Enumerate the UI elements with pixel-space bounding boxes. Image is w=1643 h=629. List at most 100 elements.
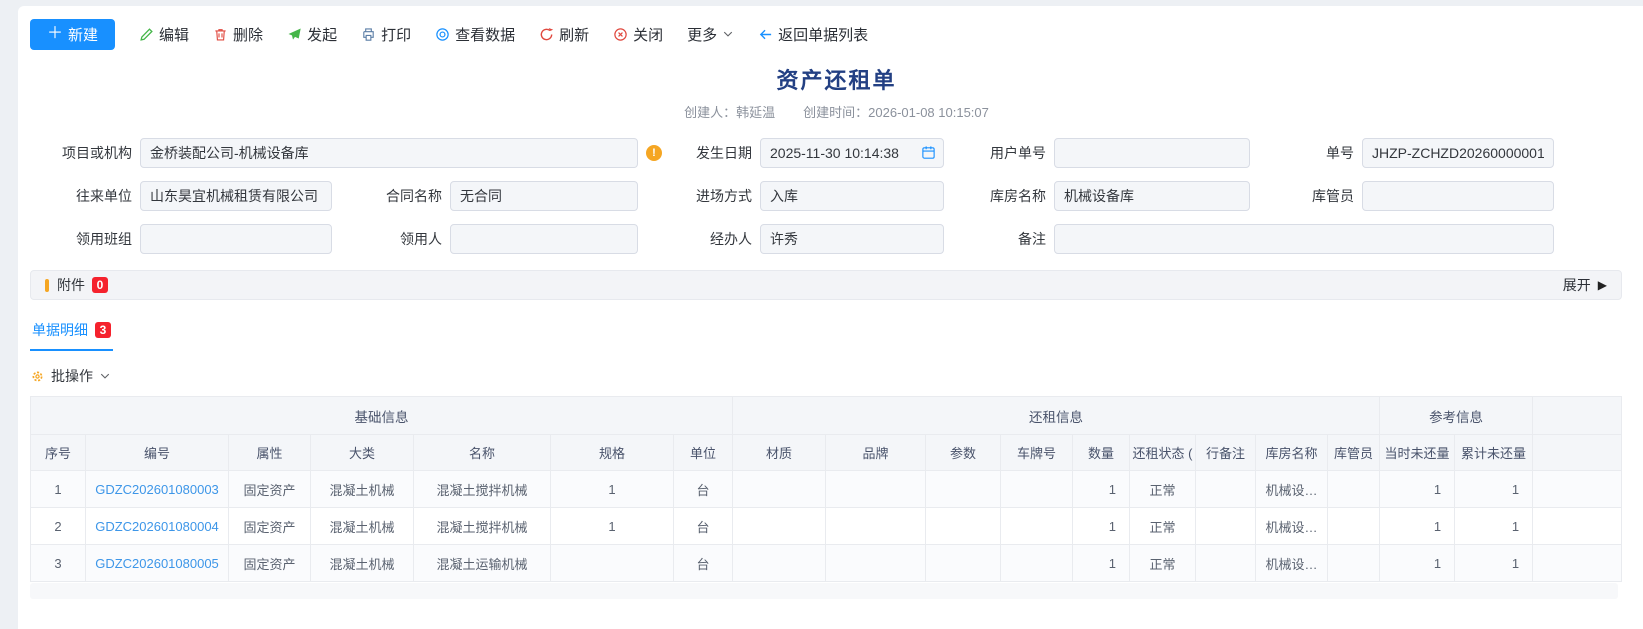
cell-row-remark xyxy=(1196,508,1256,545)
cell-warehouse: 机械设… xyxy=(1256,471,1328,508)
attachment-bar: 附件 0 展开 ▶ xyxy=(30,270,1622,300)
attachment-count-badge: 0 xyxy=(92,277,108,293)
col-header-code: 编号 xyxy=(86,435,229,471)
col-header-param: 参数 xyxy=(926,435,1001,471)
close-button[interactable]: 关闭 xyxy=(613,24,663,45)
column-header-row: 序号编号属性大类名称规格单位材质品牌参数车牌号数量还租状态 (行备注库房名称库管… xyxy=(31,435,1622,471)
attachment-marker-icon xyxy=(45,279,49,292)
contract-name-input[interactable] xyxy=(450,181,638,211)
col-header-return-status: 还租状态 ( xyxy=(1130,435,1196,471)
cell-code[interactable]: GDZC202601080005 xyxy=(86,545,229,582)
cell-spec: 1 xyxy=(551,508,674,545)
cell-row-remark xyxy=(1196,545,1256,582)
cell-current-unreturned: 1 xyxy=(1380,471,1455,508)
cell-code[interactable]: GDZC202601080004 xyxy=(86,508,229,545)
page-title: 资产还租单 xyxy=(30,63,1643,95)
created-time-value: 2026-01-08 10:15:07 xyxy=(868,105,989,120)
cell-brand xyxy=(826,471,926,508)
handler-input[interactable] xyxy=(760,224,944,254)
counterparty-field xyxy=(140,181,332,211)
order-no-field xyxy=(1362,138,1554,168)
close-button-label: 关闭 xyxy=(633,24,663,45)
counterparty-input[interactable] xyxy=(140,181,332,211)
col-header-brand: 品牌 xyxy=(826,435,926,471)
col-header-empty xyxy=(1533,435,1622,471)
cell-empty xyxy=(1533,471,1622,508)
cell-total-unreturned: 1 xyxy=(1455,471,1533,508)
warehouse-name-input[interactable] xyxy=(1054,181,1250,211)
cell-material xyxy=(733,545,826,582)
cell-keeper xyxy=(1328,471,1380,508)
more-button[interactable]: 更多 xyxy=(687,24,734,45)
requisition-person-field xyxy=(450,224,638,254)
occur-date-input[interactable] xyxy=(760,138,944,168)
asset-code-link[interactable]: GDZC202601080004 xyxy=(95,519,219,534)
group-header-row: 基础信息还租信息参考信息 xyxy=(31,397,1622,435)
cell-category: 混凝土机械 xyxy=(311,545,414,582)
send-plane-icon xyxy=(287,27,302,42)
cell-unit: 台 xyxy=(674,545,733,582)
attachment-label: 附件 xyxy=(57,275,85,295)
cell-plate xyxy=(1001,545,1073,582)
view-data-button-label: 查看数据 xyxy=(455,24,515,45)
warning-icon: ! xyxy=(646,145,662,161)
print-button[interactable]: 打印 xyxy=(361,24,411,45)
cell-keeper xyxy=(1328,545,1380,582)
expand-toggle[interactable]: 展开 ▶ xyxy=(1563,275,1607,295)
plus-icon: ＋ xyxy=(47,26,63,42)
initiate-button[interactable]: 发起 xyxy=(287,24,337,45)
form-row-3: 领用班组 领用人 经办人 备注 xyxy=(30,224,1643,254)
cell-code[interactable]: GDZC202601080003 xyxy=(86,471,229,508)
close-circle-icon xyxy=(613,27,628,42)
col-header-plate: 车牌号 xyxy=(1001,435,1073,471)
entry-mode-input[interactable] xyxy=(760,181,944,211)
requisition-team-input[interactable] xyxy=(140,224,332,254)
group-header-empty xyxy=(1533,397,1622,435)
col-header-qty: 数量 xyxy=(1073,435,1130,471)
cell-empty xyxy=(1533,508,1622,545)
delete-button-label: 删除 xyxy=(233,24,263,45)
delete-button[interactable]: 删除 xyxy=(213,24,263,45)
cell-attr: 固定资产 xyxy=(229,471,311,508)
new-button[interactable]: ＋ 新建 xyxy=(30,19,115,50)
tab-detail[interactable]: 单据明细 3 xyxy=(30,320,113,351)
asset-code-link[interactable]: GDZC202601080003 xyxy=(95,482,219,497)
refresh-icon xyxy=(539,27,554,42)
back-to-list-button[interactable]: 返回单据列表 xyxy=(758,24,868,45)
calendar-icon[interactable] xyxy=(921,145,936,160)
cell-warehouse: 机械设… xyxy=(1256,545,1328,582)
cell-name: 混凝土搅拌机械 xyxy=(414,471,551,508)
edit-pencil-icon xyxy=(139,27,154,42)
group-header-2: 参考信息 xyxy=(1380,397,1533,435)
batch-operations-label: 批操作 xyxy=(51,366,93,386)
cell-total-unreturned: 1 xyxy=(1455,545,1533,582)
cell-return-status: 正常 xyxy=(1130,545,1196,582)
project-input[interactable] xyxy=(140,138,638,168)
new-button-label: 新建 xyxy=(68,24,98,45)
back-to-list-label: 返回单据列表 xyxy=(778,24,868,45)
remark-input[interactable] xyxy=(1054,224,1554,254)
view-data-button[interactable]: 查看数据 xyxy=(435,24,515,45)
edit-button[interactable]: 编辑 xyxy=(139,24,189,45)
counterparty-label: 往来单位 xyxy=(30,186,140,206)
refresh-button[interactable]: 刷新 xyxy=(539,24,589,45)
order-no-input[interactable] xyxy=(1362,138,1554,168)
col-header-unit: 单位 xyxy=(674,435,733,471)
entry-mode-field xyxy=(760,181,944,211)
document-page: ＋ 新建 编辑 删除 发起 打印 查看数据 刷新 关闭 xyxy=(18,6,1643,629)
requisition-person-input[interactable] xyxy=(450,224,638,254)
cell-row-remark xyxy=(1196,471,1256,508)
cell-current-unreturned: 1 xyxy=(1380,508,1455,545)
expand-triangle-icon: ▶ xyxy=(1598,278,1607,292)
cell-unit: 台 xyxy=(674,508,733,545)
user-order-no-input[interactable] xyxy=(1054,138,1250,168)
cell-keeper xyxy=(1328,508,1380,545)
warehouse-keeper-input[interactable] xyxy=(1362,181,1554,211)
asset-code-link[interactable]: GDZC202601080005 xyxy=(95,556,219,571)
cell-param xyxy=(926,471,1001,508)
occur-date-field xyxy=(760,138,944,168)
cell-seq: 3 xyxy=(31,545,86,582)
cell-name: 混凝土运输机械 xyxy=(414,545,551,582)
batch-operations-button[interactable]: 批操作 xyxy=(30,366,111,386)
entry-mode-label: 进场方式 xyxy=(638,186,760,206)
